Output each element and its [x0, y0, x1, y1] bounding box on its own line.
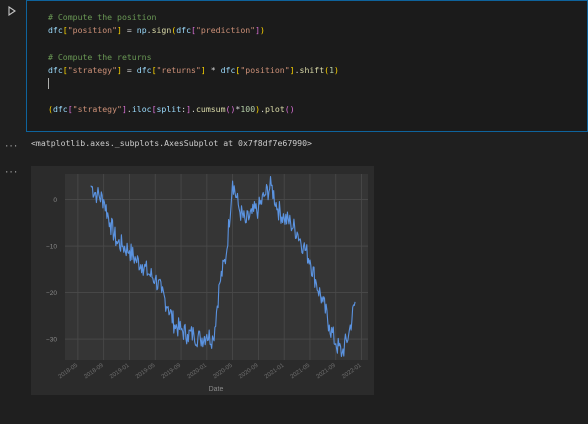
code-lines: # Compute the position dfc["position"] = … — [48, 11, 339, 117]
code-token: split — [156, 104, 182, 115]
code-token: * — [205, 64, 221, 75]
line-chart: 0−10−20−302018-05 2018-09 2019-01 2019-05 20… — [31, 166, 374, 395]
code-token: ) — [289, 104, 295, 115]
run-cell-button[interactable] — [6, 4, 18, 18]
code-token: # Compute the position — [48, 12, 157, 22]
code-token: iloc — [131, 104, 152, 115]
code-token: cumsum — [195, 104, 226, 115]
code-token: "returns" — [156, 64, 201, 75]
code-token: ) — [260, 25, 265, 36]
code-token: dfc — [220, 64, 236, 75]
text-cursor — [48, 77, 49, 89]
code-token: "strategy" — [67, 64, 118, 75]
code-line: # Compute the returns — [48, 51, 339, 64]
code-token: dfc — [52, 104, 68, 115]
plot-output-menu-button[interactable]: ··· — [4, 169, 18, 178]
y-tick-label: −30 — [46, 337, 57, 344]
code-token: dfc — [48, 25, 63, 36]
y-tick-label: 0 — [53, 197, 57, 204]
code-token: = — [121, 25, 137, 36]
code-token: np — [136, 25, 147, 36]
code-token: dfc — [136, 64, 152, 75]
output-menu-button[interactable]: ··· — [4, 143, 18, 152]
code-token: "prediction" — [195, 25, 256, 36]
code-line: (dfc["strategy"].iloc[split:].cumsum()*1… — [48, 103, 339, 116]
y-tick-label: −10 — [46, 244, 57, 251]
output-text-result: <matplotlib.axes._subplots.AxesSubplot a… — [31, 138, 312, 148]
code-token: dfc — [48, 64, 63, 75]
plot-image: 0 −10 −20 −30 2018-05 2018-09 2019-01 2019-05 20… — [31, 166, 374, 395]
code-cell-editor[interactable]: # Compute the position dfc["position"] = … — [26, 0, 588, 132]
code-line: # Compute the position — [48, 11, 339, 24]
code-token: "position" — [240, 64, 290, 75]
plot-area — [65, 174, 368, 360]
code-token: plot — [265, 104, 285, 115]
code-token: shift — [299, 64, 325, 75]
code-token: "position" — [67, 25, 118, 36]
x-axis-label: Date — [209, 386, 224, 393]
code-line — [48, 77, 339, 90]
code-token: sign — [151, 25, 172, 36]
code-token: ) — [334, 64, 339, 75]
code-line: dfc["strategy"] = dfc["returns"] * dfc["… — [48, 64, 339, 77]
code-token: dfc — [176, 25, 192, 36]
y-tick-label: −20 — [46, 290, 57, 297]
code-token: = — [121, 64, 137, 75]
run-icon — [8, 6, 16, 16]
code-line: dfc["position"] = np.sign(dfc["predictio… — [48, 24, 339, 37]
code-token: "strategy" — [72, 104, 122, 115]
code-token: # Compute the returns — [48, 51, 152, 62]
code-token: 100 — [240, 104, 256, 115]
